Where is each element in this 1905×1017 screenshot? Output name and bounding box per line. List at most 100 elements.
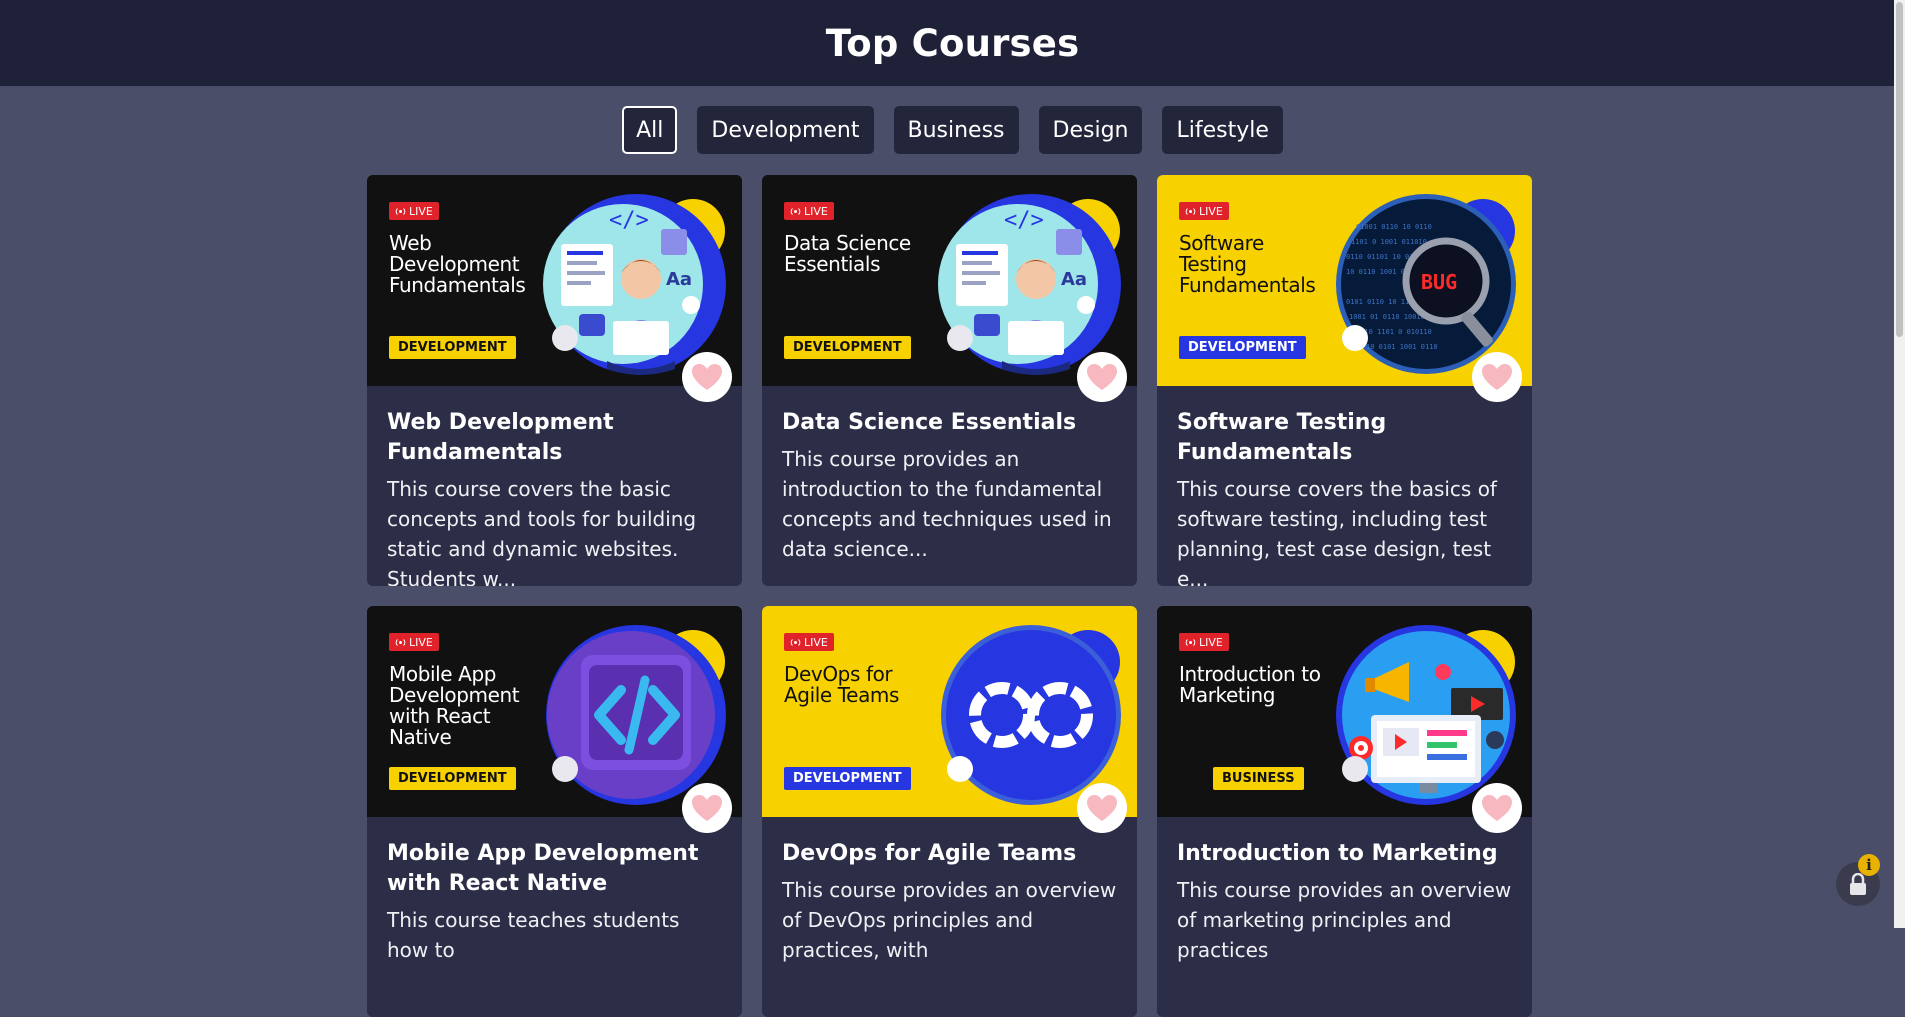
broadcast-icon bbox=[1185, 638, 1196, 646]
scrollbar-thumb[interactable] bbox=[1896, 2, 1903, 337]
course-grid: LIVE Web Development Fundamentals DEVELO… bbox=[367, 175, 1532, 1017]
heart-icon bbox=[692, 794, 722, 821]
course-banner: LIVE Introduction to Marketing BUSINESS bbox=[1157, 606, 1532, 817]
course-card[interactable]: LIVE Software Testing Fundamentals DEVEL… bbox=[1157, 175, 1532, 586]
code-brackets-illustration bbox=[541, 620, 731, 810]
live-label: LIVE bbox=[804, 635, 828, 649]
filter-bar: All Development Business Design Lifestyl… bbox=[0, 106, 1905, 154]
category-badge: DEVELOPMENT bbox=[784, 767, 911, 790]
course-title[interactable]: Introduction to Marketing bbox=[1177, 839, 1512, 869]
course-description: This course provides an overview of DevO… bbox=[782, 878, 1117, 962]
decor-dot bbox=[1342, 756, 1368, 782]
heart-icon bbox=[1482, 794, 1512, 821]
course-description: This course provides an overview of mark… bbox=[1177, 878, 1512, 962]
course-title[interactable]: Web Development Fundamentals bbox=[387, 408, 722, 468]
course-card[interactable]: LIVE Data Science Essentials DEVELOPMENT… bbox=[762, 175, 1137, 586]
filter-all[interactable]: All bbox=[622, 106, 678, 154]
live-label: LIVE bbox=[804, 204, 828, 218]
category-badge: BUSINESS bbox=[1213, 767, 1304, 790]
banner-title: Web Development Fundamentals bbox=[389, 231, 526, 297]
course-card[interactable]: LIVE Introduction to Marketing BUSINESS bbox=[1157, 606, 1532, 1017]
banner-title: Data Science Essentials bbox=[784, 231, 911, 276]
course-banner: LIVE Data Science Essentials DEVELOPMENT… bbox=[762, 175, 1137, 386]
banner-title: Introduction to Marketing bbox=[1179, 662, 1321, 707]
course-title[interactable]: DevOps for Agile Teams bbox=[782, 839, 1117, 869]
broadcast-icon bbox=[1185, 207, 1196, 215]
live-badge: LIVE bbox=[784, 202, 834, 220]
page-title: Top Courses bbox=[825, 21, 1080, 65]
developer-illustration: </> Aa bbox=[541, 189, 731, 379]
svg-text:01001 0110 10 0110: 01001 0110 10 0110 bbox=[1356, 223, 1432, 231]
course-banner: LIVE Web Development Fundamentals DEVELO… bbox=[367, 175, 742, 386]
course-banner: LIVE DevOps for Agile Teams DEVELOPMENT bbox=[762, 606, 1137, 817]
developer-illustration: </> Aa bbox=[936, 189, 1126, 379]
broadcast-icon bbox=[790, 207, 801, 215]
header-bar: Top Courses bbox=[0, 0, 1905, 86]
course-description: This course covers the basics of softwar… bbox=[1177, 477, 1497, 586]
live-label: LIVE bbox=[409, 635, 433, 649]
banner-title: Software Testing Fundamentals bbox=[1179, 231, 1316, 297]
live-badge: LIVE bbox=[1179, 633, 1229, 651]
live-label: LIVE bbox=[1199, 204, 1223, 218]
svg-text:</>: </> bbox=[609, 208, 649, 233]
favorite-button[interactable] bbox=[1472, 352, 1522, 402]
heart-icon bbox=[1087, 363, 1117, 390]
heart-icon bbox=[1087, 794, 1117, 821]
broadcast-icon bbox=[395, 638, 406, 646]
category-badge: DEVELOPMENT bbox=[784, 336, 911, 359]
course-description: This course teaches students how to bbox=[387, 908, 680, 962]
info-icon: i bbox=[1858, 854, 1880, 876]
svg-text:10 0101 1001 0110: 10 0101 1001 0110 bbox=[1366, 343, 1438, 351]
security-badge[interactable]: i bbox=[1836, 854, 1880, 906]
course-card[interactable]: LIVE Web Development Fundamentals DEVELO… bbox=[367, 175, 742, 586]
course-card[interactable]: LIVE Mobile App Development with React N… bbox=[367, 606, 742, 1017]
filter-lifestyle[interactable]: Lifestyle bbox=[1162, 106, 1283, 154]
bug-text: BUG bbox=[1421, 270, 1457, 294]
filter-business[interactable]: Business bbox=[893, 106, 1019, 154]
decor-dot bbox=[947, 325, 973, 351]
course-title[interactable]: Software Testing Fundamentals bbox=[1177, 408, 1512, 468]
svg-text:Aa: Aa bbox=[1061, 269, 1087, 290]
marketing-screen-illustration bbox=[1331, 620, 1521, 810]
decor-dot bbox=[947, 756, 973, 782]
favorite-button[interactable] bbox=[682, 783, 732, 833]
category-badge: DEVELOPMENT bbox=[1179, 336, 1306, 359]
decor-dot bbox=[552, 325, 578, 351]
course-title[interactable]: Mobile App Development with React Native bbox=[387, 839, 722, 899]
course-banner: LIVE Software Testing Fundamentals DEVEL… bbox=[1157, 175, 1532, 386]
heart-icon bbox=[1482, 363, 1512, 390]
svg-text:1001 01 0110 10010: 1001 01 0110 10010 bbox=[1349, 313, 1425, 321]
category-badge: DEVELOPMENT bbox=[389, 336, 516, 359]
favorite-button[interactable] bbox=[1472, 783, 1522, 833]
bug-magnifier-illustration: 01001 0110 10 0110 1101 0 1001 011010 01… bbox=[1331, 189, 1521, 379]
decor-dot bbox=[552, 756, 578, 782]
live-badge: LIVE bbox=[389, 202, 439, 220]
svg-text:</>: </> bbox=[1004, 208, 1044, 233]
svg-text:1101 0 1001 011010: 1101 0 1001 011010 bbox=[1351, 238, 1427, 246]
favorite-button[interactable] bbox=[1077, 352, 1127, 402]
category-badge: DEVELOPMENT bbox=[389, 767, 516, 790]
infinity-loop-illustration bbox=[936, 620, 1126, 810]
svg-text:Aa: Aa bbox=[666, 269, 692, 290]
course-card[interactable]: LIVE DevOps for Agile Teams DEVELOPMENT … bbox=[762, 606, 1137, 1017]
broadcast-icon bbox=[395, 207, 406, 215]
live-label: LIVE bbox=[409, 204, 433, 218]
filter-development[interactable]: Development bbox=[697, 106, 874, 154]
heart-icon bbox=[692, 363, 722, 390]
broadcast-icon bbox=[790, 638, 801, 646]
course-title[interactable]: Data Science Essentials bbox=[782, 408, 1117, 438]
scrollbar[interactable] bbox=[1894, 0, 1905, 928]
course-description: This course provides an introduction to … bbox=[782, 447, 1112, 561]
live-badge: LIVE bbox=[389, 633, 439, 651]
decor-dot bbox=[1342, 325, 1368, 351]
course-banner: LIVE Mobile App Development with React N… bbox=[367, 606, 742, 817]
live-label: LIVE bbox=[1199, 635, 1223, 649]
banner-title: Mobile App Development with React Native bbox=[389, 662, 520, 749]
favorite-button[interactable] bbox=[1077, 783, 1127, 833]
course-description: This course covers the basic concepts an… bbox=[387, 477, 697, 586]
banner-title: DevOps for Agile Teams bbox=[784, 662, 900, 707]
lock-icon bbox=[1850, 873, 1866, 895]
favorite-button[interactable] bbox=[682, 352, 732, 402]
live-badge: LIVE bbox=[784, 633, 834, 651]
filter-design[interactable]: Design bbox=[1038, 106, 1143, 154]
